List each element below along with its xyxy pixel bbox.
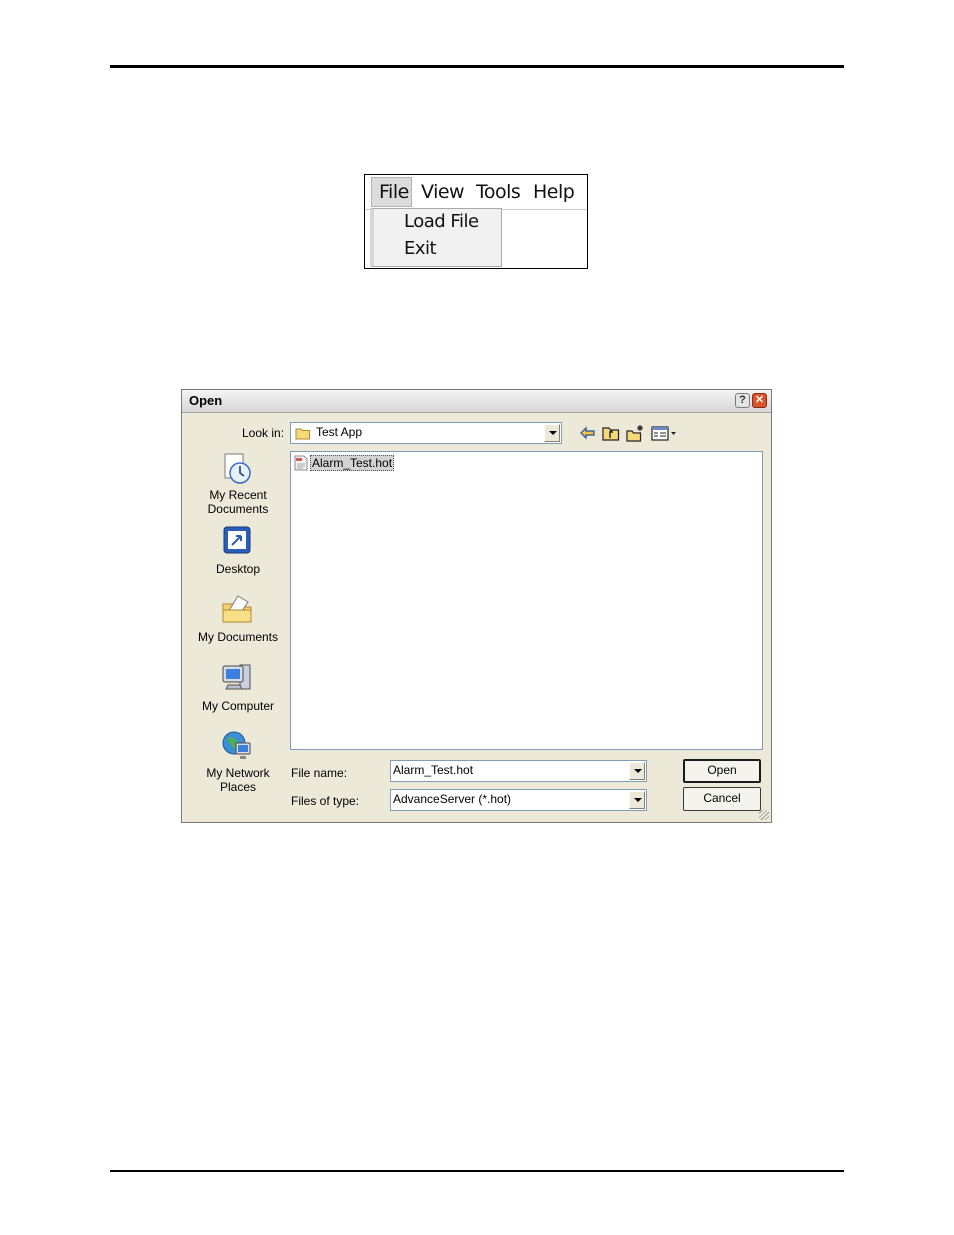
my-computer-icon (222, 664, 251, 690)
place-desktop[interactable]: Desktop (190, 524, 286, 576)
file-name-dropdown-arrow[interactable] (629, 762, 645, 780)
page-top-rule (110, 65, 844, 68)
place-my-recent-documents[interactable]: My Recent Documents (190, 452, 286, 516)
file-icon (294, 455, 308, 471)
cancel-button[interactable]: Cancel (683, 787, 761, 811)
back-arrow-icon[interactable] (578, 424, 598, 442)
file-list[interactable]: Alarm_Test.hot (290, 451, 763, 750)
view-menu-icon[interactable] (650, 424, 678, 442)
menu-exit[interactable]: Exit (404, 238, 437, 259)
menu-bar: File View Tools Help (365, 175, 587, 210)
file-name-label: File name: (291, 766, 348, 780)
place-my-network-places[interactable]: My Network Places (190, 729, 286, 794)
my-documents-icon (222, 595, 252, 623)
place-label: My Computer (201, 699, 275, 713)
menu-view[interactable]: View (421, 178, 465, 206)
dialog-title: Open (189, 393, 223, 408)
place-label: My Recent Documents (207, 488, 269, 516)
menu-file[interactable]: File (371, 177, 412, 207)
place-my-documents[interactable]: My Documents (190, 592, 286, 644)
file-type-combo[interactable]: AdvanceServer (*.hot) (390, 789, 647, 811)
file-dropdown: Load File Exit (370, 208, 502, 267)
help-button[interactable]: ? (735, 393, 750, 408)
menu-help[interactable]: Help (533, 178, 575, 206)
look-in-value: Test App (316, 425, 363, 439)
folder-icon (295, 428, 310, 440)
up-folder-icon[interactable] (601, 424, 621, 442)
network-places-icon (222, 731, 251, 759)
file-name-combo[interactable]: Alarm_Test.hot (390, 760, 647, 782)
look-in-dropdown-arrow[interactable] (544, 424, 560, 442)
open-button[interactable]: Open (683, 759, 761, 783)
file-name-text: Alarm_Test.hot (310, 455, 395, 471)
place-label: Desktop (215, 562, 261, 576)
recent-documents-icon (224, 453, 251, 484)
desktop-icon (223, 526, 251, 554)
close-button[interactable]: ✕ (752, 393, 767, 408)
page-bottom-rule (110, 1170, 844, 1172)
resize-grip[interactable] (759, 810, 769, 820)
place-label: My Documents (197, 630, 279, 644)
menu-tools[interactable]: Tools (476, 178, 521, 206)
look-in-label: Look in: (242, 426, 285, 440)
file-name-value[interactable]: Alarm_Test.hot (393, 763, 473, 777)
menu-load-file[interactable]: Load File (404, 211, 479, 232)
file-type-dropdown-arrow[interactable] (629, 791, 645, 809)
file-type-label: Files of type: (291, 794, 360, 808)
file-type-value: AdvanceServer (*.hot) (393, 792, 512, 806)
open-dialog: Open ? ✕ Look in: Test App My Recent Doc… (181, 389, 772, 823)
new-folder-icon[interactable] (625, 424, 645, 442)
look-in-combo[interactable]: Test App (290, 422, 562, 444)
menu-screenshot: File View Tools Help Load File Exit (364, 174, 588, 269)
dialog-titlebar[interactable]: Open ? ✕ (182, 390, 771, 413)
place-label: My Network Places (206, 766, 270, 794)
place-my-computer[interactable]: My Computer (190, 661, 286, 713)
